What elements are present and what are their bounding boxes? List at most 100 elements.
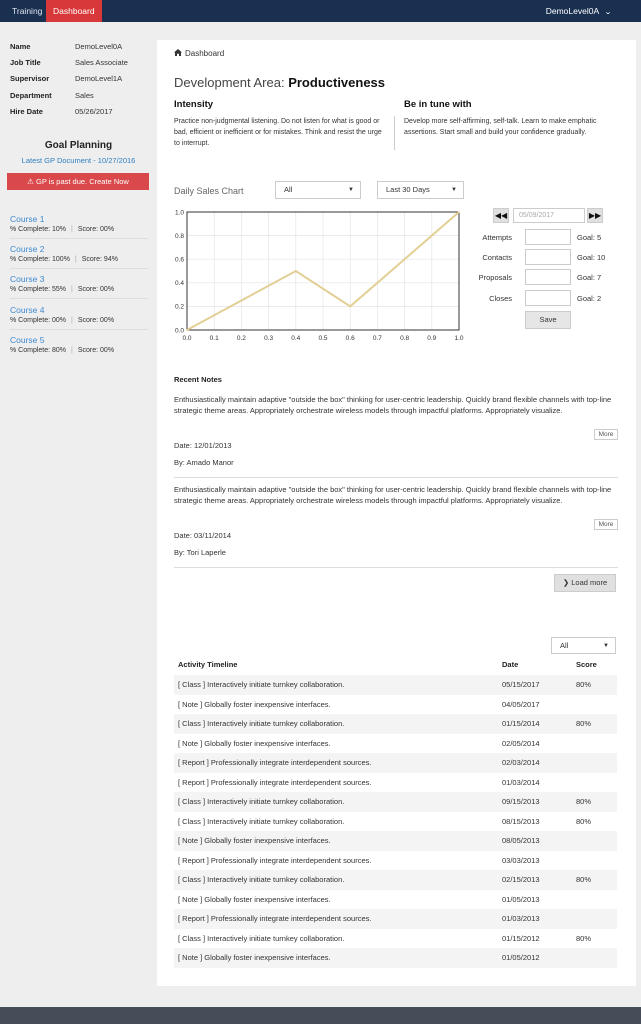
date-cell: 04/05/2017 — [502, 699, 540, 709]
home-icon — [174, 49, 182, 56]
table-row: [ Class ] Interactively initiate turnkey… — [174, 714, 617, 734]
course-score: Score: 00% — [77, 286, 115, 293]
activity-cell: [ Note ] Globally foster inexpensive int… — [178, 894, 331, 904]
activity-cell: [ Class ] Interactively initiate turnkey… — [178, 933, 345, 943]
activity-cell: [ Class ] Interactively initiate turnkey… — [178, 680, 345, 689]
x-tick-label: 0.7 — [373, 335, 382, 342]
column-divider — [394, 116, 395, 150]
table-row: [ Report ] Professionally integrate inte… — [174, 773, 617, 793]
note-item: Enthusiastically maintain adaptive "outs… — [174, 485, 618, 563]
select-value: All — [284, 185, 293, 194]
table-row: [ Note ] Globally foster inexpensive int… — [174, 948, 617, 968]
table-row: [ Report ] Professionally integrate inte… — [174, 909, 617, 929]
chart-title: Daily Sales Chart — [174, 186, 244, 196]
caret-down-icon: ▼ — [348, 187, 354, 193]
daily-sales-chart: 0.0 0.1 0.2 0.3 0.4 0.5 0.6 0.7 0.8 0.9 1.0 0.0 0.2 0… — [175, 209, 464, 342]
activity-cell: [ Note ] Globally foster inexpensive int… — [178, 738, 331, 748]
course-score: Score: 94% — [81, 256, 118, 263]
data-point — [295, 270, 297, 272]
load-more-button[interactable]: ❯ Load more — [554, 574, 616, 592]
note-text: Enthusiastically maintain adaptive "outs… — [174, 395, 612, 415]
double-arrow-left-icon: ◀◀ — [494, 211, 508, 220]
goal-value: Goal: 10 — [577, 253, 606, 262]
course-score: Score: 00% — [77, 317, 115, 324]
divider — [10, 329, 148, 330]
nav-tab-dashboard[interactable]: Dashboard — [46, 0, 102, 22]
nav-tab-training[interactable]: Training — [6, 0, 48, 22]
course-link[interactable]: Course 3 — [10, 274, 148, 284]
activity-cell: [ Class ] Interactively initiate turnkey… — [178, 797, 345, 806]
date-cell: 08/05/2013 — [502, 836, 540, 845]
goal-value: Goal: 7 — [577, 273, 602, 282]
chart-filter-select[interactable]: All ▼ — [275, 181, 361, 199]
date-cell: 01/03/2014 — [502, 777, 540, 787]
profile-label: Name — [10, 42, 31, 51]
score-cell: 80% — [576, 797, 592, 806]
sidebar: Name DemoLevel0A Job Title Sales Associa… — [0, 22, 157, 1007]
select-value: All — [560, 641, 569, 650]
data-point — [349, 305, 351, 308]
y-tick-label: 0.8 — [175, 233, 184, 240]
goal-row-proposals: Proposals Goal: 7 — [477, 269, 607, 286]
divider — [10, 298, 148, 299]
closes-input[interactable] — [525, 290, 571, 306]
goal-row-closes: Closes Goal: 2 — [477, 290, 607, 307]
load-more-label: Load more — [571, 578, 608, 587]
profile-label: Supervisor — [10, 74, 50, 83]
more-button[interactable]: More — [594, 519, 618, 530]
proposals-input[interactable] — [525, 269, 571, 285]
user-menu[interactable]: DemoLevel0A ⌄ — [545, 0, 612, 22]
profile-value: Sales Associate — [75, 58, 128, 67]
dev-area-name: Productiveness — [288, 75, 386, 90]
contacts-input[interactable] — [525, 249, 571, 265]
breadcrumb-dashboard[interactable]: Dashboard — [185, 49, 224, 58]
data-point — [186, 329, 188, 331]
activity-cell: [ Report ] Professionally integrate inte… — [178, 777, 372, 787]
prev-date-button[interactable]: ◀◀ — [493, 208, 509, 223]
activity-cell: [ Report ] Professionally integrate inte… — [178, 855, 372, 865]
chart-range-select[interactable]: Last 30 Days ▼ — [377, 181, 464, 199]
date-cell: 05/15/2017 — [502, 680, 540, 689]
next-date-button[interactable]: ▶▶ — [587, 208, 603, 223]
course-complete: % Complete: 10% — [10, 226, 67, 233]
profile-value: DemoLevel0A — [75, 42, 123, 51]
gp-past-due-button[interactable]: ⚠ GP is past due. Create Now — [7, 173, 149, 190]
date-cell: 02/15/2013 — [502, 875, 540, 884]
recent-notes-title: Recent Notes — [174, 375, 222, 384]
attempts-input[interactable] — [525, 229, 571, 245]
activity-cell: [ Class ] Interactively initiate turnkey… — [178, 719, 345, 728]
more-button[interactable]: More — [594, 429, 618, 440]
note-author: By: Amado Manor — [174, 458, 234, 467]
top-navbar: Training Dashboard DemoLevel0A ⌄ — [0, 0, 641, 22]
y-tick-label: 0.0 — [175, 327, 184, 334]
goal-value: Goal: 5 — [577, 233, 602, 242]
table-row: [ Class ] Interactively initiate turnkey… — [174, 675, 617, 695]
footer — [0, 1007, 641, 1024]
date-cell: 02/03/2014 — [502, 758, 540, 767]
score-cell: 80% — [576, 680, 592, 689]
course-link[interactable]: Course 4 — [10, 305, 148, 315]
latest-gp-document-link[interactable]: Latest GP Document - 10/27/2016 — [0, 156, 157, 165]
select-value: Last 30 Days — [386, 185, 430, 194]
course-link[interactable]: Course 5 — [10, 335, 148, 345]
dev-area-prefix: Development Area: — [174, 75, 285, 90]
save-button[interactable]: Save — [525, 311, 571, 329]
course-complete: % Complete: 80% — [10, 347, 67, 354]
user-name: DemoLevel0A — [545, 6, 600, 16]
course-link[interactable]: Course 1 — [10, 214, 148, 224]
activity-cell: [ Note ] Globally foster inexpensive int… — [178, 836, 331, 845]
timeline-filter-select[interactable]: All ▼ — [551, 637, 616, 654]
activity-cell: [ Note ] Globally foster inexpensive int… — [178, 699, 331, 709]
x-tick-label: 0.5 — [318, 335, 327, 342]
course-item: Course 2 % Complete: 100% | Score: 94% — [10, 244, 148, 263]
date-cell: 01/03/2013 — [502, 914, 540, 923]
y-tick-label: 0.2 — [175, 304, 184, 311]
course-complete: % Complete: 00% — [10, 317, 67, 324]
goal-date-input[interactable]: 05/09/2017 — [513, 208, 585, 223]
course-item: Course 1 % Complete: 10% | Score: 00% — [10, 214, 148, 233]
course-link[interactable]: Course 2 — [10, 244, 148, 254]
divider — [174, 567, 618, 568]
table-row: [ Note ] Globally foster inexpensive int… — [174, 695, 617, 715]
goal-row-contacts: Contacts Goal: 10 — [477, 249, 607, 266]
activity-cell: [ Class ] Interactively initiate turnkey… — [178, 875, 345, 884]
